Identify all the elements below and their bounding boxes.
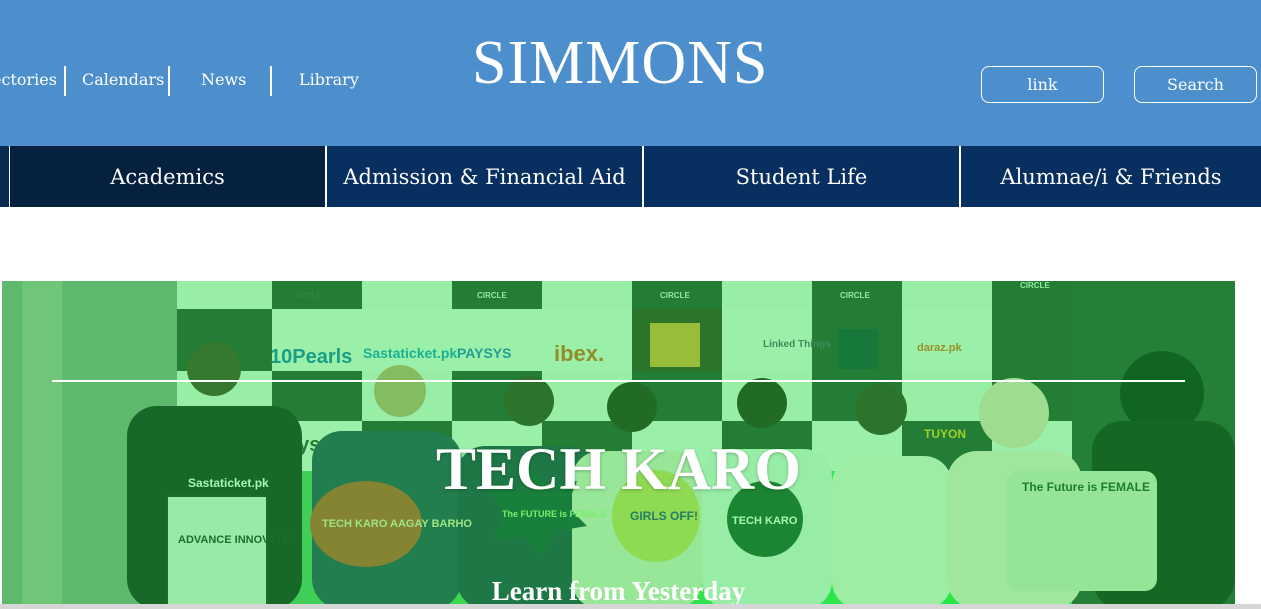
util-divider (168, 66, 170, 96)
util-link-directories[interactable]: ectories (0, 64, 57, 96)
util-link-news[interactable]: News (201, 64, 246, 96)
util-link-calendars[interactable]: Calendars (82, 64, 164, 96)
util-divider (270, 66, 272, 96)
utility-nav: ectories Calendars News Library (0, 64, 372, 96)
nav-item-student-life[interactable]: Student Life (644, 146, 959, 207)
hero-banner: CIRCLE CIRCLE CIRCLE CIRCLE CIRCLE 10Pea… (2, 281, 1235, 609)
hero-divider (52, 380, 1185, 382)
util-divider (64, 66, 66, 96)
nav-item-admission-financial-aid[interactable]: Admission & Financial Aid (327, 146, 642, 207)
hero-subtitle: Learn from Yesterday (491, 576, 746, 606)
search-button[interactable]: Search (1134, 66, 1257, 103)
util-link-library[interactable]: Library (299, 64, 359, 96)
horizontal-scrollbar[interactable] (0, 604, 1261, 609)
main-nav: Academics Admission & Financial Aid Stud… (0, 146, 1261, 207)
link-button[interactable]: link (981, 66, 1104, 103)
nav-item-alumni-friends[interactable]: Alumnae/i & Friends (961, 146, 1261, 207)
site-header: ectories Calendars News Library SIMMONS … (0, 0, 1261, 146)
site-logo-wordmark[interactable]: SIMMONS (472, 28, 768, 98)
hero-title: TECH KARO (435, 436, 802, 502)
nav-edge (0, 146, 9, 207)
nav-item-academics[interactable]: Academics (10, 146, 325, 207)
